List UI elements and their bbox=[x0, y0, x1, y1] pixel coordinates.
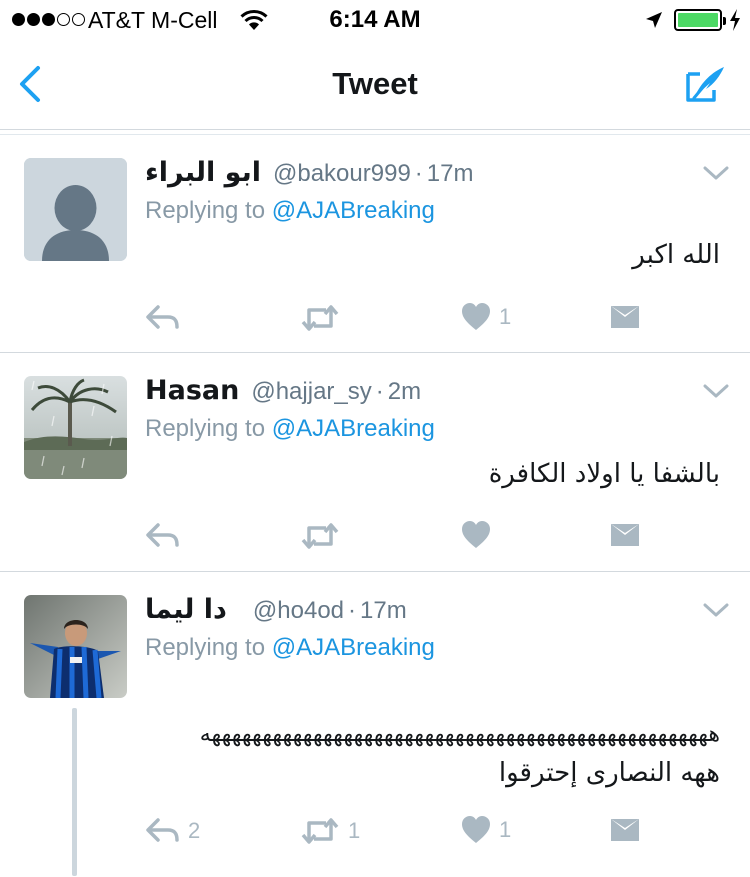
tweet-header: دا ليما @ho4od · 17m bbox=[145, 594, 407, 628]
thread-connector bbox=[72, 708, 77, 876]
timestamp[interactable]: 2m bbox=[388, 378, 421, 406]
user-handle[interactable]: @ho4od bbox=[253, 597, 344, 625]
chevron-down-icon[interactable] bbox=[703, 165, 729, 181]
tweet-text-line: ههه النصارى إحترقوا bbox=[498, 758, 720, 788]
tweet-text: بالشفا يا اولاد الكافرة bbox=[488, 459, 720, 489]
replying-prefix: Replying to bbox=[145, 415, 266, 442]
retweet-action[interactable]: 1 bbox=[300, 816, 360, 846]
separator: · bbox=[375, 378, 384, 405]
tweet-text-line: هههههههههههههههههههههههههههههههههههههههه… bbox=[199, 722, 720, 747]
like-count: 1 bbox=[499, 817, 512, 842]
heart-icon bbox=[462, 816, 490, 843]
retweet-icon[interactable] bbox=[300, 303, 340, 333]
like-count: 1 bbox=[499, 304, 512, 329]
battery-nub bbox=[723, 17, 726, 25]
location-arrow-icon bbox=[646, 12, 662, 28]
status-bar: AT&T M-Cell 6:14 AM bbox=[0, 0, 750, 40]
battery-icon bbox=[674, 9, 726, 31]
chevron-down-icon[interactable] bbox=[703, 383, 729, 399]
reply-count: 2 bbox=[188, 818, 201, 843]
heart-icon[interactable] bbox=[461, 521, 491, 549]
palm-tree-rain-photo bbox=[24, 376, 127, 479]
reply-icon[interactable] bbox=[146, 305, 180, 331]
timestamp[interactable]: 17m bbox=[427, 160, 474, 188]
battery-level bbox=[678, 13, 718, 27]
separator: · bbox=[414, 160, 423, 187]
tweet-reply[interactable]: Hasan @hajjar_sy · 2m Replying to @AJABr… bbox=[0, 353, 750, 572]
mention-link[interactable]: @AJABreaking bbox=[272, 197, 435, 224]
replying-to: Replying to @AJABreaking bbox=[145, 197, 435, 225]
direct-message-icon[interactable] bbox=[610, 523, 640, 547]
tweet-text: الله اكبر bbox=[632, 240, 720, 270]
retweet-count: 1 bbox=[348, 818, 361, 843]
replying-prefix: Replying to bbox=[145, 634, 266, 661]
footballer-celebrating-photo bbox=[24, 595, 127, 698]
like-action[interactable]: 1 bbox=[461, 303, 511, 331]
compose-tweet-icon[interactable] bbox=[684, 64, 728, 104]
page-title: Tweet bbox=[332, 66, 418, 101]
display-name[interactable]: دا ليما bbox=[145, 594, 227, 625]
reply-icon[interactable] bbox=[146, 523, 180, 549]
direct-message-icon[interactable] bbox=[610, 818, 640, 842]
retweet-icon bbox=[301, 818, 339, 844]
reply-action[interactable]: 2 bbox=[146, 818, 200, 844]
avatar[interactable] bbox=[24, 376, 127, 479]
chevron-down-icon[interactable] bbox=[703, 602, 729, 618]
default-avatar-icon bbox=[24, 158, 127, 261]
replying-prefix: Replying to bbox=[145, 197, 266, 224]
direct-message-icon[interactable] bbox=[610, 305, 640, 329]
user-handle[interactable]: @hajjar_sy bbox=[251, 378, 371, 406]
avatar[interactable] bbox=[24, 595, 127, 698]
navigation-bar: Tweet bbox=[0, 40, 750, 130]
tweet-reply[interactable]: ابو البراء @bakour999 · 17m Replying to … bbox=[0, 135, 750, 353]
mention-link[interactable]: @AJABreaking bbox=[272, 415, 435, 442]
heart-icon bbox=[462, 303, 490, 330]
status-time: 6:14 AM bbox=[329, 6, 421, 33]
tweet-header: Hasan @hajjar_sy · 2m bbox=[145, 375, 421, 409]
retweet-icon[interactable] bbox=[300, 521, 340, 551]
mention-link[interactable]: @AJABreaking bbox=[272, 634, 435, 661]
like-action[interactable]: 1 bbox=[461, 816, 511, 844]
separator: · bbox=[348, 597, 357, 624]
tweet-header: ابو البراء @bakour999 · 17m bbox=[145, 157, 473, 191]
timestamp[interactable]: 17m bbox=[360, 597, 407, 625]
display-name[interactable]: Hasan bbox=[145, 375, 239, 406]
reply-icon bbox=[146, 818, 179, 842]
avatar[interactable] bbox=[24, 158, 127, 261]
replying-to: Replying to @AJABreaking bbox=[145, 415, 435, 443]
replying-to: Replying to @AJABreaking bbox=[145, 634, 435, 662]
user-handle[interactable]: @bakour999 bbox=[273, 160, 411, 188]
charging-bolt-icon bbox=[730, 9, 740, 31]
display-name[interactable]: ابو البراء bbox=[145, 157, 261, 188]
tweet-reply[interactable]: دا ليما @ho4od · 17m Replying to @AJABre… bbox=[0, 572, 750, 877]
